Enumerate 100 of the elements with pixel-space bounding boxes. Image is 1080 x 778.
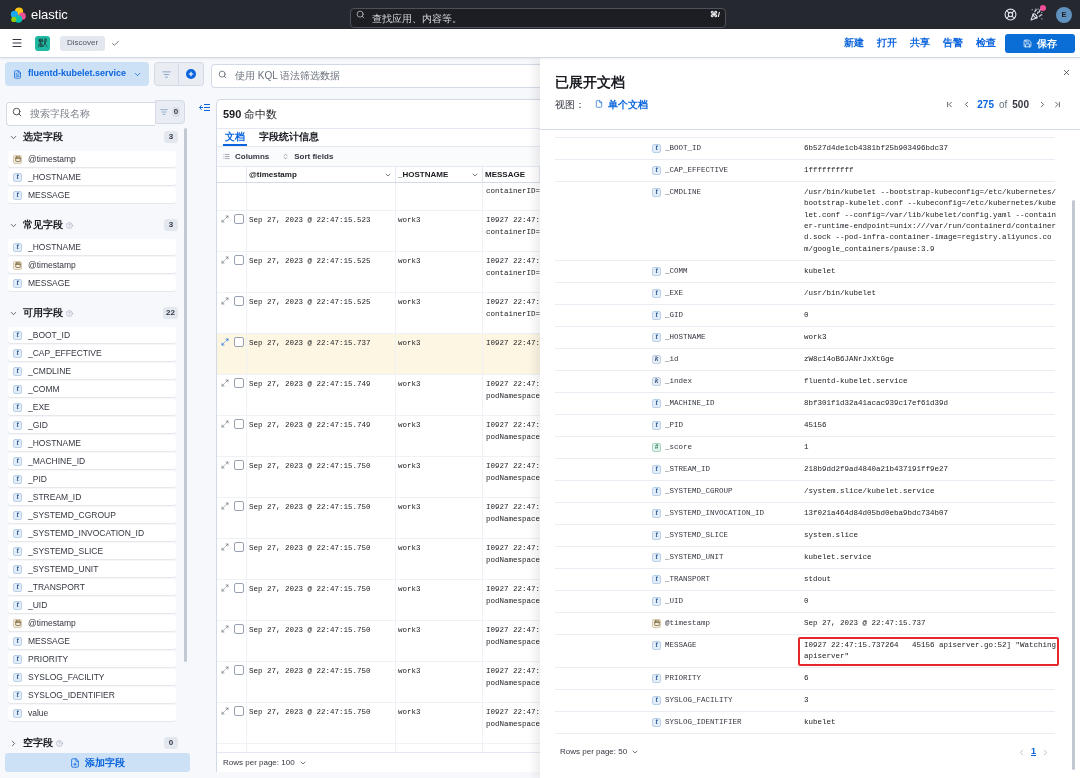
field-name: _COMM <box>28 384 60 394</box>
field-item[interactable]: @timestamp <box>8 615 176 631</box>
menu-button[interactable] <box>11 37 23 49</box>
of-label: of <box>998 97 1008 112</box>
menu-link[interactable]: 共享 <box>910 38 930 48</box>
row-checkbox[interactable] <box>234 706 244 716</box>
flyout-title: 已展开文档 <box>555 74 626 91</box>
row-checkbox[interactable] <box>234 542 244 552</box>
field-name: MESSAGE <box>28 190 71 200</box>
rows-per-page-button[interactable]: Rows per page: 100 <box>223 756 307 769</box>
row-checkbox[interactable] <box>234 378 244 388</box>
menu-link[interactable]: 打开 <box>877 38 897 48</box>
count-badge: 22 <box>163 307 178 319</box>
row-checkbox[interactable] <box>234 419 244 429</box>
columns-button[interactable]: Columns <box>223 150 270 163</box>
logo-icon[interactable] <box>10 6 26 23</box>
query-input-field[interactable]: 使用 KQL 语法筛选数据 <box>211 63 540 88</box>
save-button[interactable]: 保存 <box>1005 33 1075 53</box>
space-avatar[interactable]: 默 <box>35 35 50 51</box>
menu-link[interactable]: 新建 <box>844 38 864 48</box>
chevron-down-icon <box>631 748 640 756</box>
field-name: _GID <box>28 420 48 430</box>
section-title[interactable]: 可用字段 <box>23 308 63 318</box>
column-header[interactable]: _HOSTNAME <box>396 167 483 182</box>
row-checkbox[interactable] <box>234 665 244 675</box>
next-page-icon[interactable] <box>1038 99 1047 109</box>
diagonal-arrows-icon[interactable] <box>221 502 229 510</box>
page-link[interactable]: 1 <box>1031 745 1036 759</box>
section-title[interactable]: 选定字段 <box>23 132 63 142</box>
field-name: _SYSTEMD_UNIT <box>28 564 99 574</box>
diagonal-arrows-icon[interactable] <box>221 420 229 428</box>
scrollbar-thumb[interactable] <box>184 128 187 662</box>
row-checkbox[interactable] <box>234 501 244 511</box>
menu-link[interactable]: 告警 <box>943 38 963 48</box>
field-name: _HOSTNAME <box>28 172 81 182</box>
chevron-right-icon[interactable] <box>9 738 18 748</box>
row-checkbox[interactable] <box>234 583 244 593</box>
collapse-icon[interactable] <box>199 104 210 111</box>
row-checkbox[interactable] <box>234 296 244 306</box>
file-plus-icon <box>70 757 80 768</box>
add-filter-button[interactable] <box>179 62 204 86</box>
diagonal-arrows-icon[interactable] <box>221 584 229 592</box>
field-name: _SYSTEMD_CGROUP <box>28 510 116 520</box>
row-checkbox[interactable] <box>234 214 244 224</box>
last-page-icon[interactable] <box>1053 99 1062 109</box>
sort-icon <box>282 153 290 160</box>
filter-icon <box>162 69 171 79</box>
field-filter-button[interactable]: 0 <box>155 100 185 124</box>
diagonal-arrows-icon[interactable] <box>221 379 229 387</box>
next-page-icon[interactable] <box>1041 747 1050 757</box>
diagonal-arrows-icon[interactable] <box>221 461 229 469</box>
field-name: SYSLOG_FACILITY <box>28 672 105 682</box>
field-name: @timestamp <box>28 154 76 164</box>
diagonal-arrows-icon[interactable] <box>221 543 229 551</box>
add-field-button[interactable]: 添加字段 <box>5 753 190 772</box>
menu-icon <box>11 37 23 49</box>
first-page-icon[interactable] <box>945 99 955 109</box>
diagonal-arrows-icon[interactable] <box>221 338 229 346</box>
file-icon <box>595 100 603 108</box>
section-title[interactable]: 空字段 <box>23 738 53 748</box>
field-name: _TRANSPORT <box>28 582 85 592</box>
view-label: 视图： <box>555 97 585 112</box>
count-badge: 3 <box>164 131 178 143</box>
field-name: _CMDLINE <box>28 366 71 376</box>
diagonal-arrows-icon[interactable] <box>221 256 229 264</box>
diagonal-arrows-icon[interactable] <box>221 215 229 223</box>
rows-per-page-button[interactable]: Rows per page: 50 <box>560 746 640 758</box>
diagonal-arrows-icon[interactable] <box>221 707 229 715</box>
field-item[interactable]: @timestamp <box>8 257 176 273</box>
tab[interactable]: 字段统计信息 <box>257 129 321 146</box>
diagonal-arrows-icon[interactable] <box>221 297 229 305</box>
field-name: value <box>28 708 49 718</box>
check-icon <box>111 38 121 48</box>
search-icon <box>218 69 227 79</box>
sort-fields-button[interactable]: Sort fields <box>282 150 334 163</box>
row-checkbox[interactable] <box>234 460 244 470</box>
section-title[interactable]: 常见字段 <box>23 220 63 230</box>
count-badge: 0 <box>164 737 178 749</box>
scrollbar-thumb[interactable] <box>1072 200 1075 770</box>
field-search-field[interactable]: 搜索字段名称 <box>6 101 155 126</box>
previous-page-icon[interactable] <box>1017 747 1026 757</box>
breadcrumb[interactable]: Discover <box>60 35 106 51</box>
view-mode-link[interactable]: 单个文档 <box>595 96 648 112</box>
close-button[interactable] <box>1062 68 1071 77</box>
field-name: SYSLOG_IDENTIFIER <box>28 690 115 700</box>
field-item[interactable]: @timestamp <box>8 151 176 167</box>
data-view-button[interactable]: fluentd-kubelet.service <box>5 62 149 86</box>
diagonal-arrows-icon[interactable] <box>221 625 229 633</box>
current-page: 275 <box>977 97 994 112</box>
party-popper-icon[interactable] <box>1030 8 1043 21</box>
hit-count: 590 命中数 <box>223 106 278 122</box>
row-checkbox[interactable] <box>234 337 244 347</box>
row-checkbox[interactable] <box>234 255 244 265</box>
lifebuoy-icon[interactable] <box>1004 8 1017 21</box>
menu-link[interactable]: 检查 <box>976 38 996 48</box>
plus-circle-icon <box>186 69 196 79</box>
column-header[interactable]: @timestamp <box>247 167 396 182</box>
row-checkbox[interactable] <box>234 624 244 634</box>
filter-icon <box>159 108 168 116</box>
diagonal-arrows-icon[interactable] <box>221 666 229 674</box>
